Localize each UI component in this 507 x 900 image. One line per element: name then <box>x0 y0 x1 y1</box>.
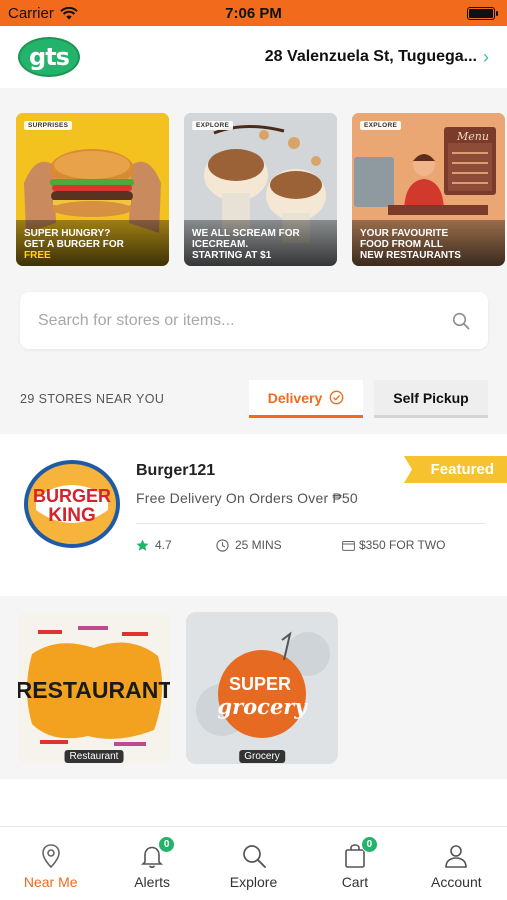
banner-line: YOUR FAVOURITE <box>360 228 449 239</box>
carrier-label: Carrier <box>8 4 54 22</box>
grocery-art-grocery: grocery <box>217 694 308 719</box>
banner-line: FOOD FROM ALL <box>360 239 443 250</box>
banner-line: GET A BURGER FOR <box>24 239 124 250</box>
tab-label: Explore <box>229 874 278 890</box>
grocery-art-super: SUPER <box>229 674 291 694</box>
tab-self-pickup[interactable]: Self Pickup <box>374 380 488 418</box>
tab-delivery[interactable]: Delivery <box>249 380 363 418</box>
cart-badge: 0 <box>360 836 378 853</box>
price-value: $350 FOR TWO <box>359 538 446 552</box>
category-label: Grocery <box>239 750 285 763</box>
category-section: RESTAURANT Restaurant SUPER grocery Groc… <box>0 596 507 779</box>
tab-label: Near Me <box>23 874 78 890</box>
banner-line: SUPER HUNGRY? <box>24 228 111 239</box>
star-icon <box>136 539 149 551</box>
store-delivery-time: 25 MINS <box>216 538 342 552</box>
tab-delivery-label: Delivery <box>267 389 323 406</box>
user-icon <box>445 845 468 868</box>
banner-tag: EXPLORE <box>360 121 402 130</box>
search-input[interactable] <box>38 311 418 330</box>
bell-icon-wrap: 0 <box>138 836 176 870</box>
tab-label: Alerts <box>134 874 170 890</box>
status-left: Carrier <box>8 5 78 22</box>
address-text: 28 Valenzuela St, Tuguega... <box>264 48 477 65</box>
store-price: $350 FOR TWO <box>342 538 445 552</box>
burger-king-logo: BURGER KING <box>24 460 120 548</box>
store-card[interactable]: BURGER KING Burger121 Free Delivery On O… <box>0 434 507 596</box>
search-icon <box>242 845 266 868</box>
rating-value: 4.7 <box>155 538 172 552</box>
wallet-icon <box>342 540 355 551</box>
stores-count: 29 STORES NEAR YOU <box>20 392 165 406</box>
search-bar[interactable] <box>20 292 488 349</box>
store-name: Burger121 <box>136 462 216 479</box>
tab-self-pickup-label: Self Pickup <box>393 389 469 406</box>
store-meta: 4.7 25 MINS $350 FOR TWO <box>136 538 445 552</box>
address-selector[interactable]: 28 Valenzuela St, Tuguega... › <box>265 47 489 68</box>
tab-explore[interactable]: Explore <box>203 827 304 900</box>
gts-logo[interactable]: gts <box>18 37 80 77</box>
time-value: 25 MINS <box>235 538 282 552</box>
banner-highlight: FREE <box>24 250 51 261</box>
tab-account[interactable]: Account <box>406 827 507 900</box>
alerts-badge: 0 <box>158 836 176 853</box>
banner-tag: SURPRISES <box>24 121 73 130</box>
location-pin-icon <box>41 844 60 869</box>
category-label: Restaurant <box>64 750 124 763</box>
bottom-tab-bar: Near Me 0 Alerts Explore 0 Cart Account <box>0 826 507 900</box>
grocery-art: SUPER grocery <box>186 612 338 764</box>
check-circle-icon <box>329 390 344 405</box>
tab-alerts[interactable]: 0 Alerts <box>101 827 202 900</box>
banner-line: NEW RESTAURANTS <box>360 250 461 261</box>
status-bar: Carrier 7:06 PM <box>0 0 507 26</box>
tab-cart[interactable]: 0 Cart <box>304 827 405 900</box>
banner-line: ICECREAM. <box>192 239 249 250</box>
search-icon[interactable] <box>452 312 470 330</box>
banner-tag: EXPLORE <box>192 121 234 130</box>
battery-icon <box>467 6 498 20</box>
wifi-icon <box>60 6 78 19</box>
clock-icon <box>216 538 229 552</box>
category-grocery[interactable]: SUPER grocery Grocery <box>186 612 338 764</box>
banner-icecream[interactable]: EXPLORE WE ALL SCREAM FOR ICECREAM. STAR… <box>184 113 337 266</box>
banner-caption: SUPER HUNGRY? GET A BURGER FOR FREE <box>16 220 169 266</box>
header: gts 28 Valenzuela St, Tuguega... › <box>0 26 507 88</box>
chevron-right-icon: › <box>483 46 489 67</box>
banner-caption: YOUR FAVOURITE FOOD FROM ALL NEW RESTAUR… <box>352 220 505 266</box>
bag-icon-wrap: 0 <box>341 836 378 870</box>
tab-near-me[interactable]: Near Me <box>0 827 101 900</box>
menu-sign: Menu <box>457 130 489 143</box>
featured-badge: Featured <box>404 456 507 483</box>
banner-burger[interactable]: SURPRISES SUPER HUNGRY? GET A BURGER FOR… <box>16 113 169 266</box>
store-promo: Free Delivery On Orders Over ₱50 <box>136 490 358 506</box>
logo-text-burger: BURGER <box>33 486 111 506</box>
logo-text-king: KING <box>48 505 96 526</box>
banner-restaurants[interactable]: EXPLORE Menu YOUR FAVOURITE FOOD FROM AL… <box>352 113 505 266</box>
tab-label: Cart <box>341 874 369 890</box>
tab-label: Account <box>431 874 482 890</box>
restaurant-art-text: RESTAURANT <box>18 677 170 703</box>
category-restaurant[interactable]: RESTAURANT Restaurant <box>18 612 170 764</box>
banner-line: STARTING AT $1 <box>192 250 272 261</box>
store-rating: 4.7 <box>136 538 216 552</box>
divider <box>136 523 486 524</box>
promo-banners: SURPRISES SUPER HUNGRY? GET A BURGER FOR… <box>16 113 505 266</box>
restaurant-art: RESTAURANT <box>18 612 170 764</box>
banner-caption: WE ALL SCREAM FOR ICECREAM. STARTING AT … <box>184 220 337 266</box>
banner-line: WE ALL SCREAM FOR <box>192 228 300 239</box>
